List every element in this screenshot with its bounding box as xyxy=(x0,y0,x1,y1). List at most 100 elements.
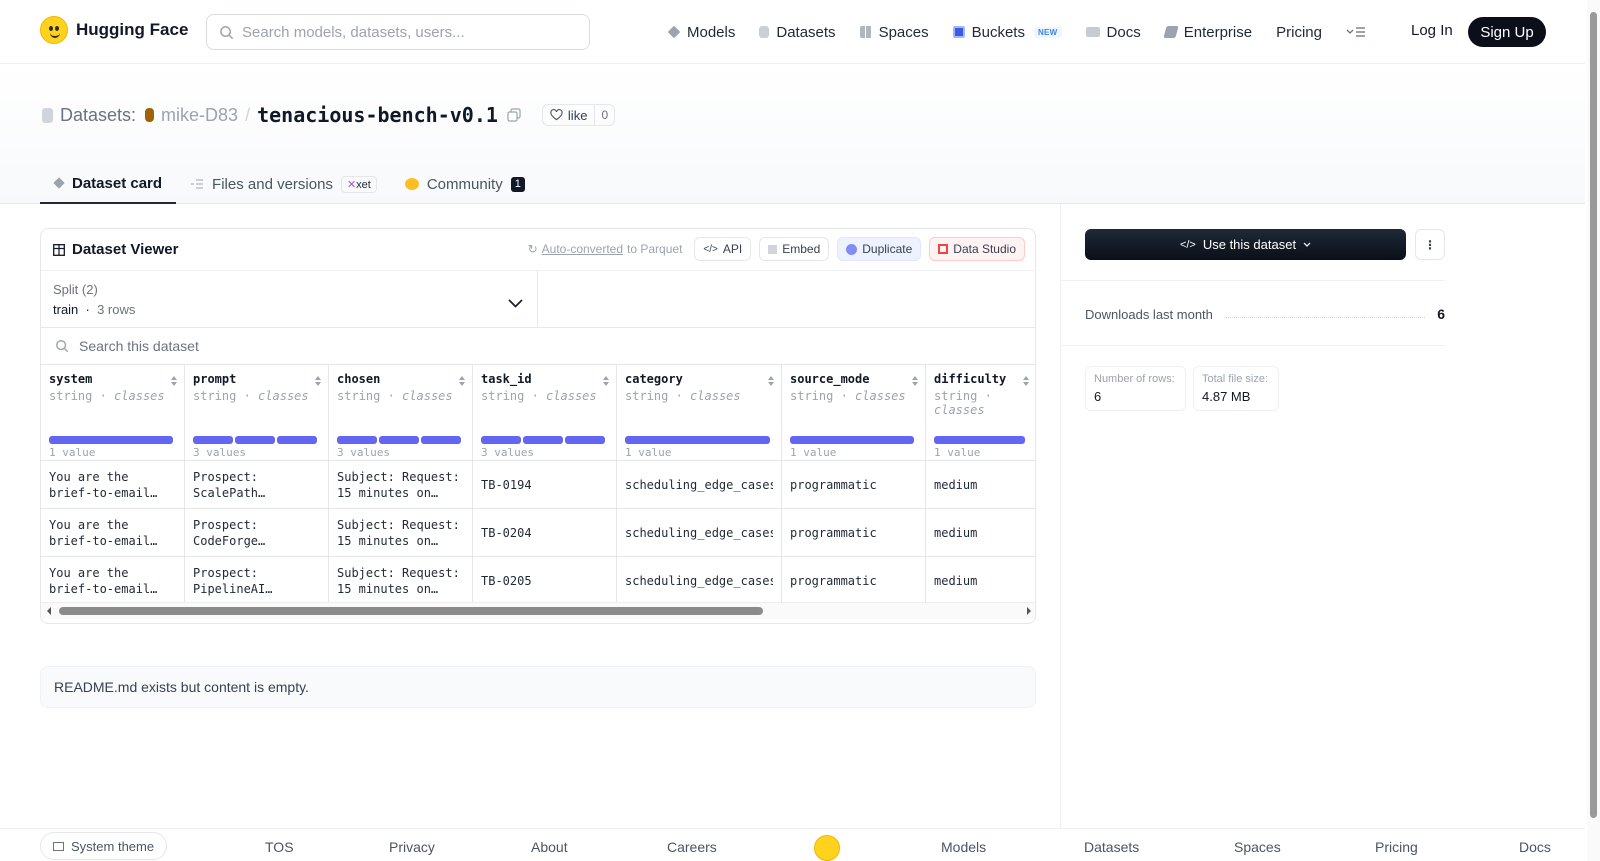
copy-icon[interactable] xyxy=(507,108,521,122)
duplicate-button[interactable]: Duplicate xyxy=(837,237,922,261)
distribution-segment[interactable] xyxy=(193,436,233,444)
sort-icon[interactable] xyxy=(314,375,322,387)
table-cell[interactable]: Prospect: CodeForge… xyxy=(185,509,328,557)
table-cell[interactable]: TB-0204 xyxy=(473,509,616,557)
distribution-segment[interactable] xyxy=(277,436,317,444)
nav-buckets[interactable]: Buckets NEW xyxy=(952,24,1062,41)
table-cell[interactable]: programmatic xyxy=(782,557,925,605)
distribution-segment[interactable] xyxy=(235,436,275,444)
footer-privacy[interactable]: Privacy xyxy=(389,839,435,855)
hugging-face-logo-icon[interactable] xyxy=(814,835,840,861)
table-cell[interactable]: You are the brief-to-email composer… xyxy=(41,557,184,605)
distribution-segment[interactable] xyxy=(49,436,173,444)
dataset-search[interactable] xyxy=(41,328,1035,365)
distribution-segment[interactable] xyxy=(379,436,419,444)
table-cell[interactable]: Prospect: ScalePath… xyxy=(185,461,328,509)
use-this-dataset-button[interactable]: </> Use this dataset xyxy=(1085,229,1406,260)
scrollbar-thumb[interactable] xyxy=(59,607,763,615)
nav-spaces[interactable]: Spaces xyxy=(859,24,929,41)
table-cell[interactable]: You are the brief-to-email composer… xyxy=(41,461,184,509)
sort-icon[interactable] xyxy=(170,375,178,387)
value-distribution-bar[interactable] xyxy=(481,436,605,444)
table-cell[interactable]: TB-0205 xyxy=(473,557,616,605)
sort-icon[interactable] xyxy=(911,375,919,387)
nav-docs[interactable]: Docs xyxy=(1085,24,1141,41)
like-button[interactable]: like 0 xyxy=(541,104,616,126)
split-selector[interactable]: Split (2) train · 3 rows xyxy=(41,271,538,328)
value-distribution-bar[interactable] xyxy=(934,436,1025,444)
column-header[interactable]: category string · classes 1 value xyxy=(617,365,781,461)
footer-datasets[interactable]: Datasets xyxy=(1084,839,1139,855)
table-cell[interactable]: Subject: Request: 15 minutes on you… xyxy=(329,461,472,509)
theme-toggle[interactable]: System theme xyxy=(40,832,168,860)
logo[interactable]: Hugging Face xyxy=(40,16,188,44)
footer-docs[interactable]: Docs xyxy=(1519,839,1551,855)
value-distribution-bar[interactable] xyxy=(337,436,461,444)
tab-files-and-versions[interactable]: Files and versions ✕xet xyxy=(176,164,391,204)
table-cell[interactable]: scheduling_edge_cases xyxy=(617,461,781,509)
dataset-search-input[interactable] xyxy=(79,338,479,354)
distribution-segment[interactable] xyxy=(565,436,605,444)
repo-name[interactable]: tenacious-bench-v0.1 xyxy=(257,103,498,127)
table-cell[interactable]: programmatic xyxy=(782,461,925,509)
table-cell[interactable]: medium xyxy=(926,557,1035,605)
table-cell[interactable]: programmatic xyxy=(782,509,925,557)
signup-button[interactable]: Sign Up xyxy=(1468,17,1546,47)
sort-icon[interactable] xyxy=(602,375,610,387)
table-cell[interactable]: medium xyxy=(926,509,1035,557)
column-header[interactable]: prompt string · classes 3 values xyxy=(185,365,328,461)
distribution-segment[interactable] xyxy=(625,436,770,444)
distribution-segment[interactable] xyxy=(934,436,1025,444)
table-cell[interactable]: medium xyxy=(926,461,1035,509)
column-header[interactable]: source_mode string · classes 1 value xyxy=(782,365,925,461)
distribution-segment[interactable] xyxy=(523,436,563,444)
scroll-right-icon[interactable] xyxy=(1025,606,1033,616)
nav-models[interactable]: Models xyxy=(667,24,735,41)
footer-tos[interactable]: TOS xyxy=(265,839,294,855)
table-cell[interactable]: TB-0194 xyxy=(473,461,616,509)
value-distribution-bar[interactable] xyxy=(790,436,914,444)
table-cell[interactable]: scheduling_edge_cases xyxy=(617,509,781,557)
distribution-segment[interactable] xyxy=(481,436,521,444)
column-header[interactable]: task_id string · classes 3 values xyxy=(473,365,616,461)
column-header[interactable]: chosen string · classes 3 values xyxy=(329,365,472,461)
distribution-segment[interactable] xyxy=(421,436,461,444)
value-distribution-bar[interactable] xyxy=(625,436,770,444)
horizontal-scrollbar[interactable] xyxy=(41,602,1035,619)
nav-enterprise[interactable]: Enterprise xyxy=(1163,24,1252,41)
table-cell[interactable]: Subject: Request: 15 minutes on you… xyxy=(329,557,472,605)
column-header[interactable]: system string · classes 1 value xyxy=(41,365,184,461)
page-scrollbar-thumb[interactable] xyxy=(1590,12,1597,818)
sort-icon[interactable] xyxy=(767,375,775,387)
sort-icon[interactable] xyxy=(1022,375,1030,387)
embed-button[interactable]: Embed xyxy=(759,237,830,261)
more-options-button[interactable]: ⋮ xyxy=(1415,229,1445,260)
value-distribution-bar[interactable] xyxy=(49,436,173,444)
nav-more-menu[interactable] xyxy=(1346,26,1366,38)
scroll-left-icon[interactable] xyxy=(45,606,53,616)
table-cell[interactable]: You are the brief-to-email composer… xyxy=(41,509,184,557)
footer-models[interactable]: Models xyxy=(941,839,986,855)
footer-about[interactable]: About xyxy=(531,839,568,855)
tab-dataset-card[interactable]: Dataset card xyxy=(40,164,177,204)
table-cell[interactable]: Prospect: PipelineAI… xyxy=(185,557,328,605)
global-search-input[interactable] xyxy=(242,23,572,41)
table-cell[interactable]: scheduling_edge_cases xyxy=(617,557,781,605)
tab-community[interactable]: Community 1 xyxy=(391,164,539,204)
column-header[interactable]: difficulty string · classes 1 value xyxy=(926,365,1035,461)
owner-link[interactable]: mike-D83 xyxy=(161,105,238,126)
data-studio-button[interactable]: Data Studio xyxy=(929,237,1025,261)
table-cell[interactable]: Subject: Request: 15 minutes on you… xyxy=(329,509,472,557)
api-button[interactable]: </> API xyxy=(694,237,752,261)
auto-converted-link[interactable]: Auto-converted xyxy=(542,242,623,256)
nav-datasets[interactable]: Datasets xyxy=(759,24,836,41)
footer-careers[interactable]: Careers xyxy=(667,839,717,855)
page-scrollbar[interactable] xyxy=(1587,0,1600,861)
distribution-segment[interactable] xyxy=(790,436,914,444)
sort-icon[interactable] xyxy=(458,375,466,387)
global-search[interactable] xyxy=(206,14,590,50)
value-distribution-bar[interactable] xyxy=(193,436,317,444)
footer-spaces[interactable]: Spaces xyxy=(1234,839,1281,855)
footer-pricing[interactable]: Pricing xyxy=(1375,839,1418,855)
distribution-segment[interactable] xyxy=(337,436,377,444)
